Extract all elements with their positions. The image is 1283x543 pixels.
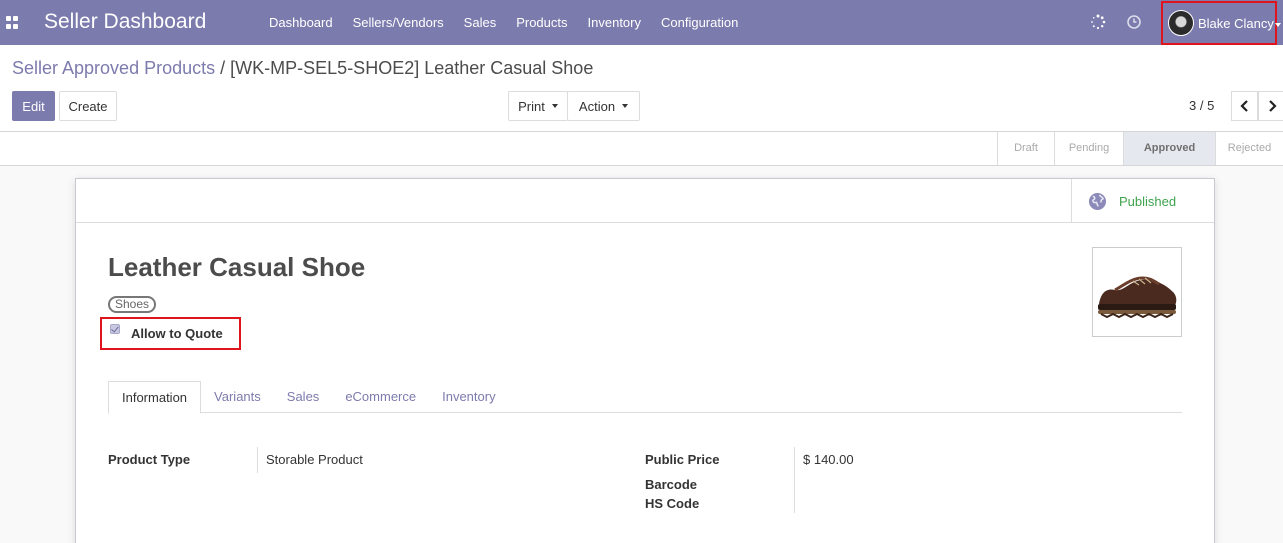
form-tabs: Information Variants Sales eCommerce Inv… (108, 381, 1182, 414)
chevron-right-icon (1268, 100, 1277, 112)
breadcrumb: Seller Approved Products / [WK-MP-SEL5-S… (12, 58, 593, 79)
public-price-value[interactable]: $ 140.00 (803, 452, 854, 467)
spinner-icon[interactable] (1090, 14, 1106, 30)
menu-item-sellers-vendors[interactable]: Sellers/Vendors (343, 0, 454, 45)
apps-grid-icon[interactable] (6, 16, 19, 29)
form-sheet: Published Leather Casual Shoe Shoes Allo… (75, 178, 1215, 543)
breadcrumb-parent-link[interactable]: Seller Approved Products (12, 58, 215, 78)
menu-item-dashboard[interactable]: Dashboard (259, 0, 343, 45)
barcode-label: Barcode (645, 477, 698, 492)
statusbar-stages: Draft Pending Approved Rejected (997, 132, 1283, 165)
product-image[interactable] (1092, 247, 1182, 337)
allow-to-quote-label: Allow to Quote (131, 326, 223, 341)
user-menu[interactable]: Blake Clancy (1161, 1, 1281, 45)
avatar (1168, 10, 1194, 36)
caret-down-icon (622, 104, 629, 108)
product-name[interactable]: Leather Casual Shoe (108, 252, 365, 283)
user-name: Blake Clancy (1198, 15, 1274, 31)
shoe-image (1098, 276, 1177, 319)
breadcrumb-separator: / (220, 58, 226, 78)
field-divider (794, 447, 795, 513)
stage-approved[interactable]: Approved (1123, 132, 1215, 165)
create-button[interactable]: Create (59, 91, 117, 121)
hs-code-label: HS Code (645, 496, 700, 511)
published-toggle-button[interactable]: Published (1071, 179, 1214, 223)
product-type-label: Product Type (108, 452, 191, 467)
tab-variants[interactable]: Variants (201, 381, 274, 413)
action-dropdown-button[interactable]: Action (567, 91, 640, 121)
menu-item-products[interactable]: Products (506, 0, 577, 45)
menu-item-sales[interactable]: Sales (454, 0, 507, 45)
tab-inventory[interactable]: Inventory (429, 381, 508, 413)
action-label: Action (578, 98, 616, 114)
stage-rejected[interactable]: Rejected (1215, 132, 1283, 165)
globe-icon (1088, 192, 1107, 210)
tab-sales[interactable]: Sales (274, 381, 333, 413)
caret-down-icon (551, 104, 558, 108)
stage-draft[interactable]: Draft (997, 132, 1054, 165)
tab-ecommerce[interactable]: eCommerce (332, 381, 429, 413)
print-label: Print (518, 98, 545, 114)
breadcrumb-current: [WK-MP-SEL5-SHOE2] Leather Casual Shoe (230, 58, 594, 78)
menu-item-configuration[interactable]: Configuration (651, 0, 748, 45)
pager-value[interactable]: 3 / 5 (1189, 98, 1214, 113)
allow-to-quote-checkbox[interactable] (110, 324, 120, 334)
category-tag[interactable]: Shoes (108, 296, 157, 313)
button-box: Published (76, 179, 1214, 223)
published-label: Published (1119, 193, 1177, 209)
print-dropdown-button[interactable]: Print (508, 91, 568, 121)
chevron-down-icon (1275, 23, 1281, 27)
main-menu: Dashboard Sellers/Vendors Sales Products… (259, 0, 748, 45)
app-brand-title[interactable]: Seller Dashboard (44, 10, 206, 34)
chevron-left-icon (1239, 100, 1248, 112)
tab-information[interactable]: Information (108, 381, 202, 414)
product-type-value[interactable]: Storable Product (266, 452, 363, 467)
menu-item-inventory[interactable]: Inventory (578, 0, 651, 45)
clock-icon[interactable] (1126, 14, 1142, 30)
top-navbar: Seller Dashboard Dashboard Sellers/Vendo… (0, 0, 1283, 45)
pager-previous-button[interactable] (1231, 91, 1258, 121)
public-price-label: Public Price (645, 452, 720, 467)
stage-pending[interactable]: Pending (1054, 132, 1123, 165)
pager-next-button[interactable] (1258, 91, 1283, 121)
edit-button[interactable]: Edit (12, 91, 55, 121)
field-divider (257, 447, 258, 473)
